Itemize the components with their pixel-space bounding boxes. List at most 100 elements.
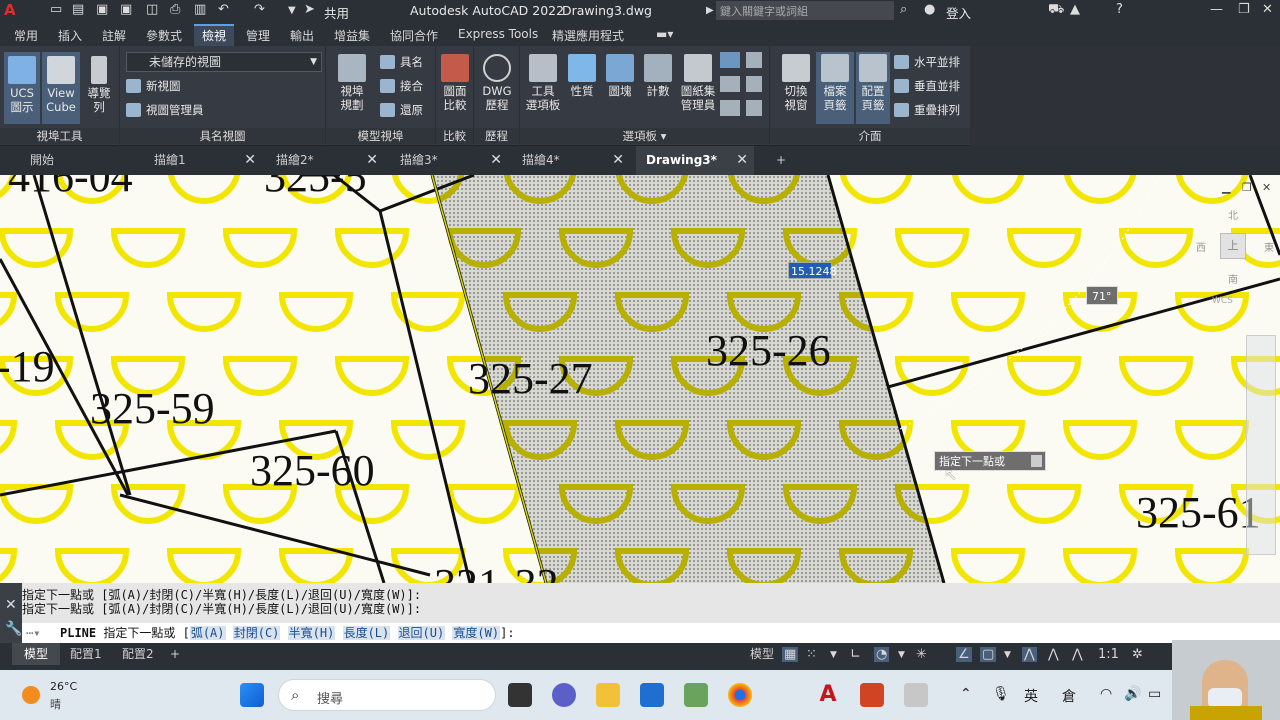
user-icon[interactable]: ●: [924, 2, 935, 17]
chrome-icon[interactable]: [728, 683, 752, 707]
weather-desc[interactable]: 晴: [50, 696, 61, 712]
tab-model[interactable]: 模型: [12, 643, 61, 665]
close-icon[interactable]: ✕: [1262, 2, 1273, 17]
viewcube-east[interactable]: 東: [1264, 239, 1274, 254]
named-view-dropdown[interactable]: 未儲存的視圖 ▼: [126, 52, 322, 72]
share-label[interactable]: 共用: [324, 3, 349, 22]
viewport-close-icon[interactable]: ✕: [1262, 181, 1271, 194]
blocks-button[interactable]: 圖塊: [602, 54, 638, 98]
tab-layout1[interactable]: 配置1: [58, 643, 114, 665]
palette-small-icon[interactable]: [720, 76, 740, 92]
close-tab-icon[interactable]: ✕: [366, 146, 378, 175]
viewcube-south[interactable]: 南: [1228, 271, 1238, 286]
close-tab-icon[interactable]: ✕: [612, 146, 624, 175]
auto-scale-icon[interactable]: ⋀: [1072, 647, 1083, 662]
ribbon-tab[interactable]: 精選應用程式: [552, 27, 624, 44]
restore-icon[interactable]: ❐: [1238, 2, 1250, 17]
open-icon[interactable]: ▤: [72, 2, 84, 17]
drawing-canvas[interactable]: 325-26 325-27 325-59 325-60 325-61 -19 3…: [0, 175, 1280, 583]
close-tab-icon[interactable]: ✕: [490, 146, 502, 175]
close-command-icon[interactable]: ✕: [5, 597, 17, 613]
option-length[interactable]: 長度(L): [342, 626, 391, 640]
viewport-config-button[interactable]: 視埠 規劃: [332, 54, 372, 112]
option-halfwidth[interactable]: 半寬(H): [287, 626, 336, 640]
viewport-restore-icon[interactable]: ❐: [1242, 181, 1252, 194]
recent-commands-icon[interactable]: ⋯▾: [26, 623, 40, 643]
viewcube-north[interactable]: 北: [1228, 207, 1238, 222]
help-icon[interactable]: ?: [1116, 2, 1123, 17]
named-viewport-button[interactable]: 具名: [378, 52, 423, 72]
ribbon-tab[interactable]: 輸出: [290, 27, 314, 44]
count-button[interactable]: 計數: [640, 54, 676, 98]
autodesk-icon[interactable]: ▲: [1070, 2, 1080, 17]
ribbon-tab[interactable]: 註解: [102, 27, 126, 44]
model-space-toggle[interactable]: 模型: [744, 643, 780, 665]
undo-icon[interactable]: ↶: [218, 2, 229, 17]
close-tab-icon[interactable]: ✕: [736, 146, 748, 175]
document-tab[interactable]: 描繪4* ✕: [512, 146, 630, 175]
annotation-scale-icon[interactable]: ⋀: [1022, 647, 1037, 662]
saveas-icon[interactable]: ▣: [120, 2, 132, 17]
print-icon[interactable]: ▥: [194, 2, 206, 17]
qa-dropdown-icon[interactable]: ▼: [288, 5, 296, 16]
snap-icon[interactable]: ⁙: [806, 647, 817, 662]
ime-label[interactable]: 英: [1024, 686, 1038, 706]
weather-temp[interactable]: 26°C: [50, 680, 77, 693]
ribbon-tab[interactable]: Express Tools: [458, 27, 538, 41]
cascade-button[interactable]: 重疊排列: [892, 100, 960, 120]
palette-small-icon[interactable]: [746, 52, 762, 68]
snap-dropdown-icon[interactable]: ▼: [830, 650, 837, 660]
autocad-taskbar-icon[interactable]: A: [816, 683, 840, 707]
palette-small-icon[interactable]: [720, 52, 740, 68]
layout-tabs-button[interactable]: 配置 頁籤: [856, 52, 890, 124]
ribbon-options-icon[interactable]: ▬▾: [656, 27, 673, 41]
ortho-icon[interactable]: ∟: [850, 647, 861, 662]
store-icon[interactable]: [640, 683, 664, 707]
document-tab[interactable]: 描繪2* ✕: [266, 146, 384, 175]
tray-overflow-icon[interactable]: ⌃: [960, 686, 972, 702]
ribbon-tab[interactable]: 參數式: [146, 27, 182, 44]
plot-icon[interactable]: ⎙: [170, 2, 180, 17]
viewcube-face[interactable]: 上: [1220, 233, 1246, 259]
dwg-history-button[interactable]: DWG 歷程: [478, 54, 516, 112]
ime-mode-label[interactable]: 倉: [1062, 686, 1076, 706]
new-icon[interactable]: ▭: [50, 2, 62, 17]
tool-palettes-button[interactable]: 工具 選項板: [524, 54, 562, 112]
restore-viewport-button[interactable]: 還原: [378, 100, 423, 120]
tooltip-menu-icon[interactable]: [1031, 455, 1042, 467]
redo-icon[interactable]: ↷: [254, 2, 265, 17]
weather-icon[interactable]: [22, 686, 40, 704]
scale-dropdown[interactable]: 1:1: [1098, 647, 1119, 662]
ribbon-tab[interactable]: 常用: [14, 27, 38, 44]
task-view-icon[interactable]: [508, 683, 532, 707]
save-icon[interactable]: ▣: [96, 2, 108, 17]
file-tabs-button[interactable]: 檔案 頁籤: [816, 52, 854, 124]
option-undo[interactable]: 退回(U): [397, 626, 446, 640]
viewcube[interactable]: 北 西 東 上 南 WCS: [1192, 203, 1280, 313]
isodraft-icon[interactable]: ✳: [916, 647, 927, 662]
command-input[interactable]: ⋯▾ PLINE 指定下一點或 [弧(A) 封閉(C) 半寬(H) 長度(L) …: [22, 623, 1280, 643]
drawing-compare-button[interactable]: 圖面 比較: [439, 54, 471, 112]
autocad-logo-icon[interactable]: A: [4, 1, 16, 19]
object-snap-tracking-icon[interactable]: ∠: [956, 647, 972, 662]
tile-horizontal-button[interactable]: 水平並排: [892, 52, 960, 72]
object-snap-icon[interactable]: ▢: [980, 647, 997, 662]
web-icon[interactable]: ◫: [146, 2, 158, 17]
tile-vertical-button[interactable]: 垂直並排: [892, 76, 960, 96]
osnap-dropdown-icon[interactable]: ▼: [1004, 650, 1011, 660]
annotation-visibility-icon[interactable]: ⋀: [1048, 647, 1059, 662]
viewcube-button[interactable]: View Cube: [42, 52, 80, 124]
ucs-icon-button[interactable]: UCS 圖示: [4, 52, 40, 124]
polar-dropdown-icon[interactable]: ▼: [898, 650, 905, 660]
search-icon[interactable]: ⌕: [900, 2, 907, 17]
polar-icon[interactable]: ◔: [874, 647, 890, 662]
ribbon-tab[interactable]: 增益集: [334, 27, 370, 44]
switch-windows-button[interactable]: 切換 視窗: [776, 54, 816, 112]
battery-icon[interactable]: ▭: [1148, 686, 1161, 702]
share-icon[interactable]: ➤: [304, 2, 315, 17]
join-viewport-button[interactable]: 接合: [378, 76, 423, 96]
cart-icon[interactable]: ⛟: [1048, 2, 1064, 19]
panel-title[interactable]: 選項板 ▾: [520, 128, 769, 144]
viewcube-west[interactable]: 西: [1196, 239, 1206, 254]
dynamic-input-length[interactable]: 15.1248: [788, 262, 837, 279]
